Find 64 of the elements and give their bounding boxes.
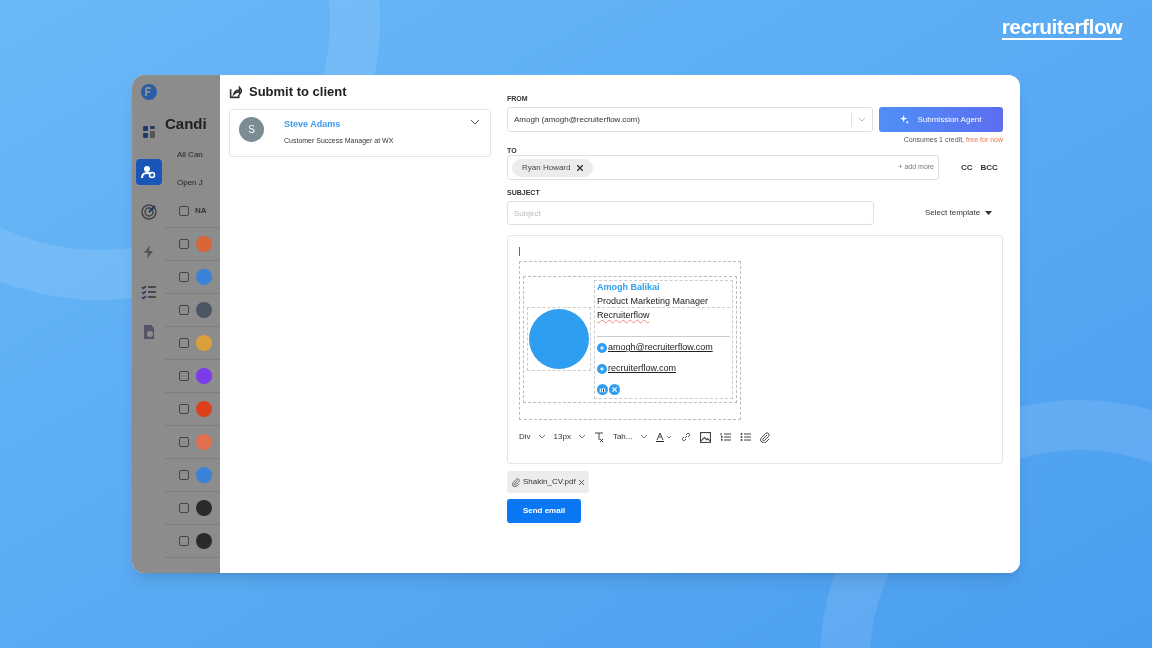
signature-title: Product Marketing Manager (597, 295, 730, 308)
x-logo-icon[interactable] (609, 383, 620, 395)
checkbox[interactable] (179, 305, 189, 315)
template-dropdown[interactable]: Select template (925, 207, 993, 219)
checkbox[interactable] (179, 272, 189, 282)
page-title: Candi (165, 114, 208, 134)
font-family-dropdown[interactable]: Tah... (612, 431, 647, 443)
cc-link[interactable]: CC (961, 161, 973, 174)
checkbox[interactable] (179, 470, 189, 480)
paperclip-icon (512, 477, 520, 487)
sidebar-item[interactable] (135, 159, 162, 185)
close-icon[interactable] (578, 479, 584, 485)
brand-logo: recruiterflow (1001, 16, 1122, 40)
target-icon[interactable] (139, 203, 158, 221)
close-icon[interactable] (577, 164, 584, 171)
email-editor[interactable]: Amogh Balikai Product Marketing Manager Recruiterflow amogh@recruiterflow.com recruiterflow.com Div 13px Tah... (507, 235, 1003, 464)
checkbox[interactable] (179, 437, 189, 447)
drawer-title: Submit to client (249, 83, 347, 102)
checkbox[interactable] (179, 404, 189, 414)
signature-company: Recruiterflow (597, 309, 650, 322)
checkbox[interactable] (179, 206, 189, 216)
attachment-chip[interactable]: Shakin_CV.pdf (507, 471, 589, 493)
column-header: NA (195, 205, 207, 217)
chevron-down-icon (640, 435, 647, 439)
checkbox[interactable] (179, 239, 189, 249)
photo-placeholder (196, 500, 212, 516)
checklist-icon[interactable] (139, 283, 158, 301)
link-icon[interactable] (680, 432, 691, 442)
signature-name: Amogh Balikai (597, 281, 661, 294)
signature-email-link[interactable]: amogh@recruiterflow.com (608, 341, 713, 355)
tab[interactable]: All Can (177, 149, 220, 161)
text-color-icon[interactable] (655, 432, 672, 442)
paperclip-icon[interactable] (759, 431, 770, 443)
candidate-search-icon (139, 163, 158, 181)
bcc-link[interactable]: BCC (980, 161, 998, 174)
font-size-dropdown[interactable]: 13px (553, 431, 585, 443)
clear-format-icon[interactable] (593, 432, 604, 442)
sparkle-icon (900, 115, 910, 124)
bulleted-list-icon[interactable] (739, 432, 751, 442)
checkbox[interactable] (179, 536, 189, 546)
chevron-down-icon[interactable] (470, 119, 480, 125)
photo-placeholder (196, 533, 212, 549)
photo-placeholder (529, 309, 589, 369)
checkbox[interactable] (179, 371, 189, 381)
checkbox[interactable] (179, 503, 189, 513)
linkedin-icon[interactable] (597, 383, 608, 395)
avatar: S (239, 117, 264, 142)
image-icon[interactable] (699, 431, 711, 443)
block-format-dropdown[interactable]: Div (519, 431, 545, 443)
numbered-list-icon[interactable] (719, 432, 731, 442)
from-select[interactable]: Amogh (amogh@recruiterflow.com) (507, 107, 873, 132)
chevron-down-icon (578, 435, 585, 439)
recipient-chip[interactable]: Ryan Howard (512, 158, 594, 177)
signature-website-link[interactable]: recruiterflow.com (608, 362, 677, 376)
checkbox[interactable] (179, 338, 189, 348)
send-email-button[interactable]: Send email (507, 499, 581, 523)
caret-down-icon (985, 211, 993, 215)
subject-field[interactable]: Subject (507, 201, 874, 225)
chevron-down-icon (538, 435, 545, 439)
share-icon (229, 85, 242, 99)
logo-icon[interactable] (139, 83, 158, 101)
submission-agent-button[interactable]: Submission Agent (879, 107, 1003, 132)
tab[interactable]: Open J (177, 177, 220, 189)
text-cursor (519, 247, 520, 256)
